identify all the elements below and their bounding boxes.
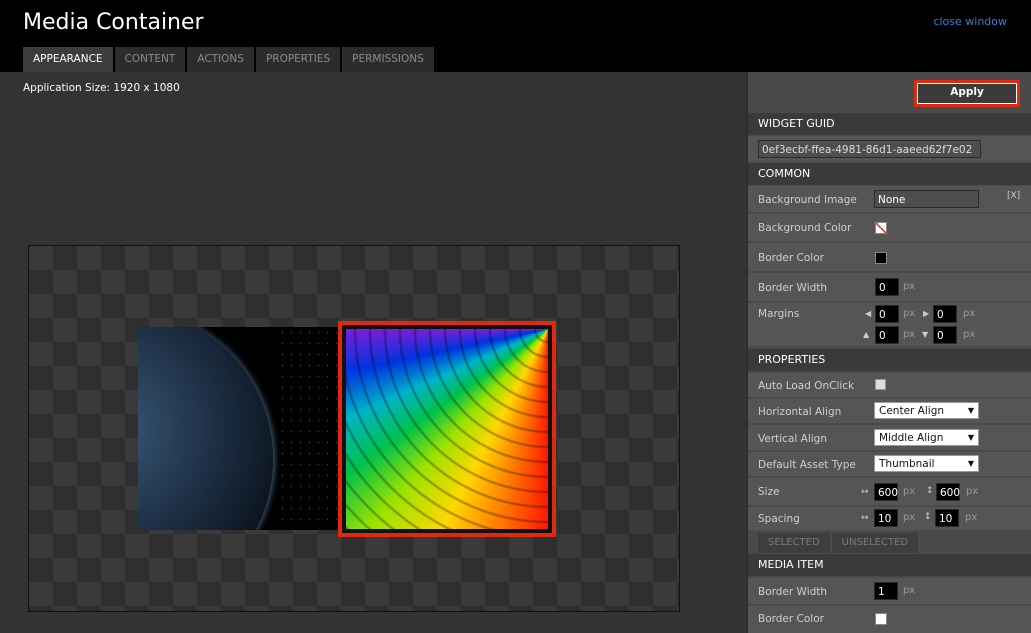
margin-left-input[interactable]: 0 bbox=[875, 305, 899, 323]
default-asset-type-label: Default Asset Type bbox=[758, 459, 856, 471]
margin-bottom-input[interactable]: 0 bbox=[933, 326, 957, 344]
tab-permissions[interactable]: PERMISSIONS bbox=[342, 47, 434, 72]
background-image-field[interactable]: None bbox=[874, 190, 979, 208]
spacing-vertical-input[interactable]: 10 bbox=[935, 509, 959, 527]
default-asset-type-row: Default Asset Type Thumbnail ▼ bbox=[748, 451, 1031, 476]
horizontal-align-select[interactable]: Center Align ▼ bbox=[874, 402, 979, 419]
vertical-align-label: Vertical Align bbox=[758, 433, 827, 445]
media-border-width-label: Border Width bbox=[758, 586, 828, 598]
margin-top-unit: px bbox=[903, 329, 916, 340]
media-item-state-tabs: SELECTED UNSELECTED bbox=[758, 533, 919, 553]
margin-bottom-unit: px bbox=[963, 329, 976, 340]
media-item-rainbow-selected[interactable] bbox=[338, 321, 556, 537]
horizontal-spacing-icon: ↔ bbox=[861, 513, 869, 523]
size-row: Size ↔ 600 px ↕ 600 px bbox=[748, 477, 1031, 505]
arrow-left-icon: ◀ bbox=[865, 309, 872, 318]
dropdown-caret-icon: ▼ bbox=[967, 406, 974, 415]
dropdown-caret-icon: ▼ bbox=[967, 459, 974, 468]
border-color-label: Border Color bbox=[758, 252, 824, 264]
tab-content[interactable]: CONTENT bbox=[114, 47, 186, 72]
margin-left-unit: px bbox=[903, 308, 916, 319]
section-widget-guid: WIDGET GUID bbox=[748, 113, 1031, 135]
arrow-up-icon: ▲ bbox=[863, 330, 870, 339]
starfield-image bbox=[278, 327, 338, 530]
border-width-input[interactable]: 0 bbox=[875, 278, 899, 296]
arrow-right-icon: ▶ bbox=[923, 309, 930, 318]
margins-row: Margins ◀ 0 px ▶ 0 px ▲ 0 px ▼ 0 px bbox=[748, 302, 1031, 346]
border-width-row: Border Width 0 px bbox=[748, 272, 1031, 301]
application-size-label: Application Size: 1920 x 1080 bbox=[23, 82, 180, 94]
section-properties: PROPERTIES bbox=[748, 349, 1031, 371]
margin-right-input[interactable]: 0 bbox=[933, 305, 957, 323]
vertical-align-select[interactable]: Middle Align ▼ bbox=[874, 429, 979, 446]
tab-actions[interactable]: ACTIONS bbox=[187, 47, 254, 72]
apply-button[interactable]: Apply bbox=[918, 84, 1016, 103]
media-border-color-row: Border Color bbox=[748, 605, 1031, 633]
preview-area: Application Size: 1920 x 1080 bbox=[0, 72, 747, 633]
auto-load-row: Auto Load OnClick bbox=[748, 372, 1031, 397]
size-label: Size bbox=[758, 486, 780, 498]
spacing-horizontal-input[interactable]: 10 bbox=[874, 509, 898, 527]
section-media-item: MEDIA ITEM bbox=[748, 554, 1031, 576]
earth-image bbox=[138, 327, 273, 530]
media-item-earth[interactable] bbox=[138, 327, 338, 530]
media-border-width-row: Border Width 1 px bbox=[748, 577, 1031, 604]
spacing-vertical-unit: px bbox=[965, 512, 978, 523]
rainbow-swirl-image bbox=[346, 329, 548, 529]
media-border-width-unit: px bbox=[903, 585, 916, 596]
auto-load-checkbox[interactable] bbox=[875, 379, 886, 390]
vertical-align-row: Vertical Align Middle Align ▼ bbox=[748, 424, 1031, 450]
spacing-label: Spacing bbox=[758, 513, 800, 525]
dropdown-caret-icon: ▼ bbox=[967, 433, 974, 442]
tab-appearance[interactable]: APPEARANCE bbox=[23, 47, 113, 72]
media-border-color-swatch[interactable] bbox=[875, 613, 887, 625]
border-color-row: Border Color bbox=[748, 242, 1031, 271]
auto-load-label: Auto Load OnClick bbox=[758, 380, 855, 392]
background-color-label: Background Color bbox=[758, 222, 852, 234]
background-image-row: Background Image None [X] bbox=[748, 185, 1031, 212]
border-width-label: Border Width bbox=[758, 282, 828, 294]
height-icon: ↕ bbox=[926, 486, 934, 496]
apply-button-highlight: Apply bbox=[914, 80, 1020, 107]
horizontal-align-value: Center Align bbox=[879, 405, 945, 417]
spacing-row: Spacing ↔ 10 px ↕ 10 px bbox=[748, 506, 1031, 530]
margin-top-input[interactable]: 0 bbox=[875, 326, 899, 344]
background-color-row: Background Color bbox=[748, 213, 1031, 241]
width-icon: ↔ bbox=[861, 487, 869, 497]
window-title: Media Container bbox=[23, 10, 204, 35]
media-border-color-label: Border Color bbox=[758, 613, 824, 625]
close-window-link[interactable]: close window bbox=[933, 15, 1007, 28]
horizontal-align-row: Horizontal Align Center Align ▼ bbox=[748, 398, 1031, 423]
media-border-width-input[interactable]: 1 bbox=[874, 582, 898, 600]
window-header: Media Container close window APPEARANCE … bbox=[0, 0, 1031, 72]
tab-unselected[interactable]: UNSELECTED bbox=[831, 533, 919, 553]
vertical-spacing-icon: ↕ bbox=[924, 512, 932, 522]
arrow-down-icon: ▼ bbox=[922, 330, 929, 339]
properties-panel: Apply WIDGET GUID 0ef3ecbf-ffea-4981-86d… bbox=[747, 72, 1031, 633]
preview-canvas bbox=[28, 245, 680, 612]
margin-right-unit: px bbox=[963, 308, 976, 319]
tab-properties[interactable]: PROPERTIES bbox=[255, 47, 341, 72]
size-height-input[interactable]: 600 bbox=[936, 483, 960, 501]
size-width-input[interactable]: 600 bbox=[874, 483, 898, 501]
widget-guid-field[interactable]: 0ef3ecbf-ffea-4981-86d1-aaeed62f7e02 bbox=[758, 140, 981, 158]
vertical-align-value: Middle Align bbox=[879, 432, 944, 444]
default-asset-type-select[interactable]: Thumbnail ▼ bbox=[874, 455, 979, 472]
margins-label: Margins bbox=[758, 308, 800, 320]
horizontal-align-label: Horizontal Align bbox=[758, 406, 842, 418]
background-image-label: Background Image bbox=[758, 194, 857, 206]
background-color-swatch[interactable] bbox=[875, 222, 887, 234]
border-color-swatch[interactable] bbox=[875, 252, 887, 264]
tab-selected[interactable]: SELECTED bbox=[758, 533, 830, 553]
size-height-unit: px bbox=[966, 486, 979, 497]
size-width-unit: px bbox=[903, 486, 916, 497]
spacing-horizontal-unit: px bbox=[903, 512, 916, 523]
border-width-unit: px bbox=[903, 281, 916, 292]
default-asset-type-value: Thumbnail bbox=[879, 458, 935, 470]
section-common: COMMON bbox=[748, 163, 1031, 185]
clear-icon[interactable]: [X] bbox=[1007, 191, 1020, 201]
tab-bar: APPEARANCE CONTENT ACTIONS PROPERTIES PE… bbox=[23, 47, 434, 72]
widget-guid-row: 0ef3ecbf-ffea-4981-86d1-aaeed62f7e02 bbox=[748, 135, 1031, 162]
